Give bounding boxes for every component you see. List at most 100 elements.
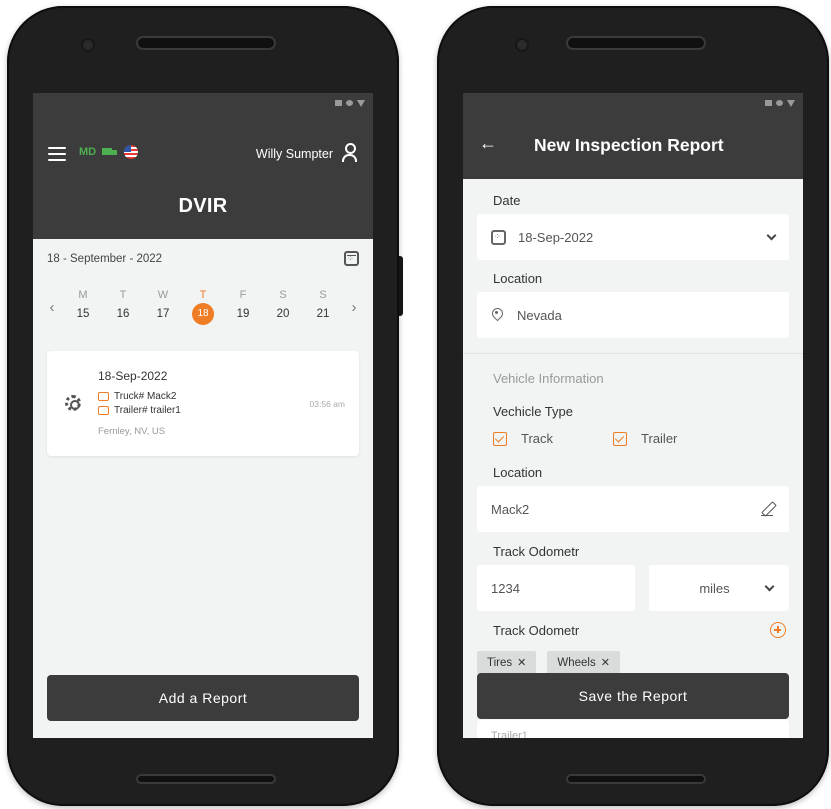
- location-label: Location: [493, 271, 543, 286]
- report-card[interactable]: 18-Sep-2022 Truck# Mack2 Trailer# traile…: [47, 351, 359, 456]
- trailer-row: Trailer# trailer1: [98, 405, 181, 416]
- chip-tires[interactable]: Tires ✕: [477, 651, 537, 674]
- week-days: M 15 T 16 W 17 T 18 F 19 S 20 S 21: [57, 289, 349, 325]
- calendar-day[interactable]: T 18: [187, 289, 219, 325]
- day-letter: T: [199, 289, 207, 301]
- day-letter: T: [119, 289, 127, 301]
- chevron-down-icon: [766, 230, 777, 240]
- trailer-mini-icon: [98, 406, 109, 415]
- inspection-screen: ← New Inspection Report Date 18-Sep-2022…: [463, 93, 803, 738]
- odometer-label: Track Odometr: [493, 544, 580, 559]
- selected-date: 18 - September - 2022: [47, 252, 163, 265]
- truck-row: Truck# Mack2: [98, 391, 176, 402]
- chevron-right-icon[interactable]: ›: [349, 299, 359, 316]
- day-number: 19: [236, 308, 250, 320]
- truck-icon: [102, 147, 118, 158]
- save-report-button[interactable]: Save the Report: [477, 673, 789, 719]
- chevron-left-icon[interactable]: ‹: [47, 299, 57, 316]
- date-field[interactable]: 18-Sep-2022: [477, 214, 789, 260]
- calendar-day[interactable]: M 15: [67, 289, 99, 325]
- odometer-unit-select[interactable]: miles: [649, 565, 789, 611]
- app-header: ← New Inspection Report: [463, 113, 803, 179]
- date-label: Date: [493, 193, 521, 208]
- odometer2-label: Track Odometr: [493, 623, 580, 638]
- app-header: MD Willy Sumpter DVIR: [33, 113, 373, 239]
- pencil-icon[interactable]: [761, 502, 775, 516]
- gear-icon: [65, 395, 81, 411]
- wifi-icon: [776, 100, 783, 106]
- user-icon[interactable]: [341, 143, 357, 163]
- week-strip: ‹ M 15 T 16 W 17 T 18 F 19 S 20 S 21 ›: [47, 289, 359, 325]
- calendar-day[interactable]: F 19: [227, 289, 259, 325]
- day-number: 16: [116, 308, 130, 320]
- close-icon[interactable]: ✕: [601, 656, 610, 669]
- day-letter: W: [157, 289, 169, 301]
- user-name: Willy Sumpter: [255, 147, 333, 161]
- calendar-day[interactable]: S 20: [267, 289, 299, 325]
- track-checkbox-label: Track: [521, 431, 554, 446]
- odometer-unit: miles: [699, 580, 730, 596]
- day-letter: F: [239, 289, 247, 301]
- dvir-screen: MD Willy Sumpter DVIR 18 - September - 2…: [33, 93, 373, 738]
- day-number: 15: [76, 308, 90, 320]
- date-value: 18-Sep-2022: [518, 229, 594, 245]
- wifi-icon: [346, 100, 353, 106]
- day-letter: S: [319, 289, 327, 301]
- trailer-field-peek[interactable]: Trailer1: [477, 720, 789, 738]
- add-report-button[interactable]: Add a Report: [47, 675, 359, 721]
- chevron-down-icon: [764, 581, 775, 591]
- calendar-day[interactable]: T 16: [107, 289, 139, 325]
- status-bar: [463, 93, 803, 113]
- status-bar: [33, 93, 373, 113]
- selected-date-row: 18 - September - 2022: [47, 251, 359, 266]
- page-title: New Inspection Report: [534, 135, 724, 155]
- trailer-label: Trailer# trailer1: [114, 405, 181, 416]
- calendar-day[interactable]: W 17: [147, 289, 179, 325]
- section-divider: [463, 353, 803, 354]
- location2-label: Location: [493, 465, 543, 480]
- front-camera: [517, 40, 527, 50]
- defect-chips: Tires ✕ Wheels ✕: [477, 651, 620, 674]
- add-circle-icon[interactable]: [770, 622, 786, 638]
- signal-icon: [335, 100, 342, 106]
- trailer-peek-value: Trailer1: [491, 730, 528, 738]
- trailer-checkbox-label: Trailer: [641, 431, 678, 446]
- phone-frame-right: ← New Inspection Report Date 18-Sep-2022…: [437, 6, 829, 806]
- report-date: 18-Sep-2022: [98, 369, 168, 383]
- day-number: 17: [156, 308, 170, 320]
- vehicle-type-checkboxes: Track Trailer: [493, 431, 677, 446]
- report-location: Fernley, NV, US: [98, 426, 166, 437]
- vehicle-type-label: Vechicle Type: [493, 404, 573, 419]
- day-letter: S: [279, 289, 287, 301]
- chip-label: Wheels: [557, 656, 596, 669]
- header-status-icons: MD: [79, 145, 139, 159]
- back-arrow-icon[interactable]: ←: [479, 133, 497, 154]
- md-status-label: MD: [79, 146, 97, 158]
- truck-mini-icon: [98, 392, 109, 401]
- truck-label: Truck# Mack2: [114, 391, 177, 402]
- location2-field[interactable]: Mack2: [477, 486, 789, 532]
- report-time: 03:56 am: [309, 399, 345, 409]
- close-icon[interactable]: ✕: [517, 656, 526, 669]
- calendar-day[interactable]: S 21: [307, 289, 339, 325]
- location-value: Nevada: [517, 307, 562, 323]
- day-number: 21: [316, 308, 330, 320]
- odometer-input[interactable]: 1234: [477, 565, 635, 611]
- track-checkbox[interactable]: [493, 431, 507, 446]
- volume-button: [399, 256, 403, 316]
- section-title: Vehicle Information: [493, 371, 604, 386]
- bottom-speaker: [136, 774, 276, 784]
- phone-frame-left: MD Willy Sumpter DVIR 18 - September - 2…: [7, 6, 403, 806]
- day-number: 18: [192, 303, 214, 325]
- bottom-speaker: [566, 774, 706, 784]
- trailer-checkbox[interactable]: [613, 431, 628, 446]
- front-camera: [83, 40, 93, 50]
- location-field[interactable]: Nevada: [477, 292, 789, 338]
- earpiece-speaker: [566, 36, 706, 50]
- chip-wheels[interactable]: Wheels ✕: [547, 651, 620, 674]
- calendar-icon[interactable]: [344, 251, 359, 266]
- earpiece-speaker: [136, 36, 276, 50]
- signal-icon: [765, 100, 772, 106]
- location2-value: Mack2: [491, 501, 530, 517]
- menu-icon[interactable]: [48, 147, 66, 161]
